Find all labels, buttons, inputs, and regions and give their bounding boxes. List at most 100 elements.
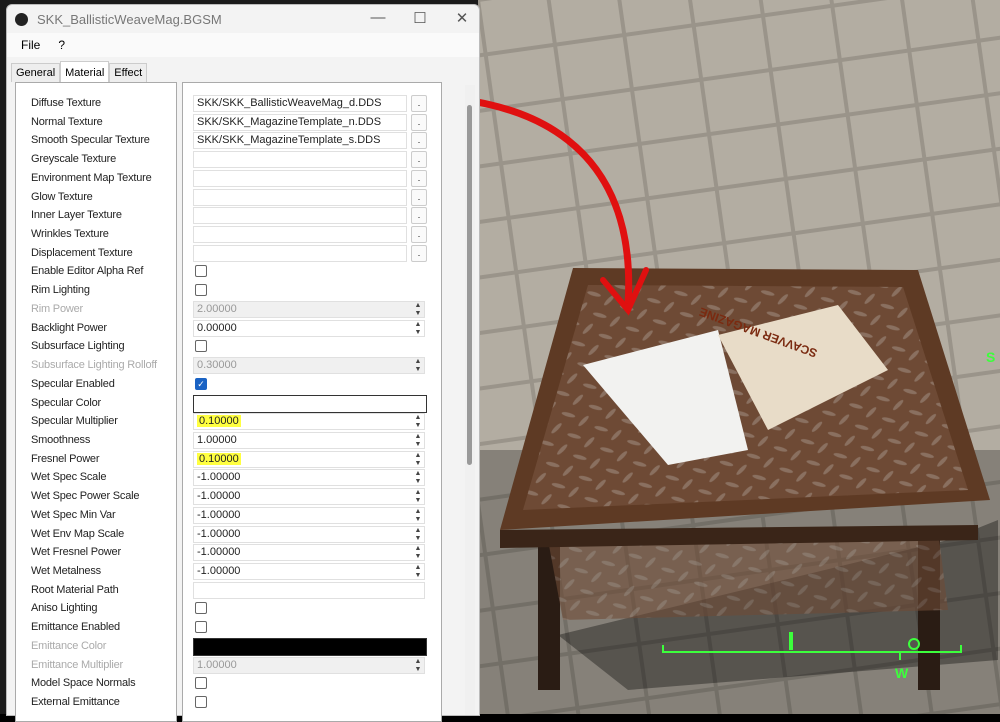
label-diffuse-texture: Diffuse Texture xyxy=(31,97,101,109)
input-inner-layer-texture[interactable] xyxy=(193,207,407,225)
spinbox-value: 0.30000 xyxy=(197,359,237,372)
spin-arrows-icon[interactable]: ▲ ▼ xyxy=(411,433,425,450)
scrollbar-thumb[interactable] xyxy=(467,105,472,465)
scrollbar[interactable] xyxy=(465,85,475,715)
label-displacement-texture: Displacement Texture xyxy=(31,246,133,259)
browse-button-smooth-specular-texture[interactable]: . xyxy=(411,132,427,150)
label-backlight-power: Backlight Power xyxy=(31,321,107,334)
spinbox-wet-metalness[interactable]: -1.00000 xyxy=(193,563,425,580)
browse-button-normal-texture[interactable]: . xyxy=(411,113,427,131)
spin-arrows-icon[interactable]: ▲ ▼ xyxy=(411,321,425,338)
spin-arrows-icon[interactable]: ▲ ▼ xyxy=(411,358,425,375)
spinbox-value: -1.00000 xyxy=(197,508,241,521)
browse-button-displacement-texture[interactable]: . xyxy=(411,244,427,262)
close-button[interactable]: ✕ xyxy=(447,9,477,27)
spinbox-wet-fresnel-power[interactable]: -1.00000 xyxy=(193,544,425,562)
player-marker-icon xyxy=(789,632,793,650)
label-rim-lighting: Rim Lighting xyxy=(31,284,90,297)
browse-button-wrinkles-texture[interactable]: . xyxy=(411,226,427,244)
label-wet-spec-min-var: Wet Spec Min Var xyxy=(31,508,116,521)
spinbox-wet-spec-power-scale[interactable]: -1.00000 xyxy=(193,488,425,506)
tab-material[interactable]: Material xyxy=(60,61,110,82)
menu-file[interactable]: File xyxy=(21,38,40,52)
label-environment-map-texture: Environment Map Texture xyxy=(31,171,152,184)
input-normal-texture[interactable]: SKK/SKK_MagazineTemplate_n.DDS xyxy=(193,113,407,131)
label-specular-multiplier: Specular Multiplier xyxy=(31,415,118,428)
checkbox-model-space-normals[interactable] xyxy=(195,677,207,690)
label-glow-texture: Glow Texture xyxy=(31,190,93,203)
checkbox-enable-editor-alpha-ref[interactable] xyxy=(195,265,207,278)
spinbox-wet-spec-min-var[interactable]: -1.00000 xyxy=(193,506,425,524)
compass-heading: W xyxy=(895,665,909,681)
label-wrinkles-texture: Wrinkles Texture xyxy=(31,228,109,241)
property-labels-panel: Diffuse Texture Normal Texture Smooth Spec… xyxy=(15,82,177,722)
spinbox-wet-spec-scale[interactable]: -1.00000 xyxy=(193,469,425,487)
spin-arrows-icon[interactable]: ▲ ▼ xyxy=(411,489,425,506)
tab-effect[interactable]: Effect xyxy=(109,63,148,82)
input-environment-map-texture[interactable] xyxy=(193,169,407,187)
input-root-material-path[interactable] xyxy=(193,581,425,599)
input-smooth-specular-texture[interactable]: SKK/SKK_MagazineTemplate_s.DDS xyxy=(193,132,407,150)
menu-bar: File ? xyxy=(7,33,479,57)
svg-text:S: S xyxy=(986,349,995,365)
spinbox-value: -1.00000 xyxy=(197,471,241,484)
color-swatch-emittance-color[interactable] xyxy=(193,637,427,656)
label-emittance-multiplier: Emittance Multiplier xyxy=(31,658,123,671)
browse-button-greyscale-texture[interactable]: . xyxy=(411,151,427,169)
spin-arrows-icon[interactable]: ▲ ▼ xyxy=(411,527,425,544)
spinbox-value: 0.10000 xyxy=(197,415,241,428)
tab-strip: General Material Effect xyxy=(11,61,148,82)
spinbox-backlight-power[interactable]: 0.00000 xyxy=(193,319,425,337)
spinbox-value: -1.00000 xyxy=(197,565,241,577)
browse-button-inner-layer-texture[interactable]: . xyxy=(411,207,427,225)
spin-arrows-icon[interactable]: ▲ ▼ xyxy=(411,545,425,562)
checkbox-specular-enabled[interactable]: ✓ xyxy=(195,377,207,390)
checkbox-subsurface-lighting[interactable] xyxy=(195,340,207,353)
spinbox-value: -1.00000 xyxy=(197,546,241,559)
spinbox-smoothness[interactable]: 1.00000 xyxy=(193,431,425,449)
input-diffuse-texture[interactable]: SKK/SKK_BallisticWeaveMag_d.DDS xyxy=(193,95,407,112)
label-emittance-enabled: Emittance Enabled xyxy=(31,621,120,634)
spinbox-value: 1.00000 xyxy=(197,433,237,446)
checkbox-rim-lighting[interactable] xyxy=(195,284,207,297)
browse-button-diffuse-texture[interactable]: . xyxy=(411,95,427,112)
table-top xyxy=(523,285,968,510)
spinbox-fresnel-power[interactable]: 0.10000 xyxy=(193,450,425,468)
label-root-material-path: Root Material Path xyxy=(31,583,119,596)
spinbox-rim-power[interactable]: 2.00000 xyxy=(193,300,425,318)
material-editor-window: SKK_BallisticWeaveMag.BGSM — ☐ ✕ File ? … xyxy=(6,4,480,722)
checkbox-emittance-enabled[interactable] xyxy=(195,621,207,634)
spinbox-specular-multiplier[interactable]: 0.10000 xyxy=(193,413,425,431)
spinbox-emittance-multiplier[interactable]: 1.00000 xyxy=(193,656,425,674)
spin-arrows-icon[interactable]: ▲ ▼ xyxy=(411,414,425,431)
spinbox-value: 2.00000 xyxy=(197,302,237,315)
color-swatch-specular-color[interactable] xyxy=(193,394,427,413)
input-greyscale-texture[interactable] xyxy=(193,151,407,169)
tab-general[interactable]: General xyxy=(11,63,61,82)
input-displacement-texture[interactable] xyxy=(193,244,407,262)
spin-arrows-icon[interactable]: ▲ ▼ xyxy=(411,452,425,469)
browse-button-environment-map-texture[interactable]: . xyxy=(411,169,427,187)
label-emittance-color: Emittance Color xyxy=(31,639,107,652)
spinbox-wet-env-map-scale[interactable]: -1.00000 xyxy=(193,525,425,543)
minimize-button[interactable]: — xyxy=(363,9,393,26)
maximize-button[interactable]: ☐ xyxy=(405,9,435,27)
checkbox-external-emittance[interactable] xyxy=(195,696,207,709)
label-external-emittance: External Emittance xyxy=(31,696,120,709)
game-viewport: SCAVVER MAGAZINE W S xyxy=(478,0,1000,714)
spin-arrows-icon[interactable]: ▲ ▼ xyxy=(411,302,425,319)
checkbox-aniso-lighting[interactable] xyxy=(195,602,207,615)
spin-arrows-icon[interactable]: ▲ ▼ xyxy=(411,658,425,675)
spin-arrows-icon[interactable]: ▲ ▼ xyxy=(411,508,425,525)
input-wrinkles-texture[interactable] xyxy=(193,226,407,244)
label-inner-layer-texture: Inner Layer Texture xyxy=(31,209,122,222)
spin-arrows-icon[interactable]: ▲ ▼ xyxy=(411,564,425,581)
browse-button-glow-texture[interactable]: . xyxy=(411,188,427,206)
label-smooth-specular-texture: Smooth Specular Texture xyxy=(31,134,150,147)
property-values-panel: SKK/SKK_BallisticWeaveMag_d.DDS. SKK/SKK_… xyxy=(182,82,442,722)
spin-arrows-icon[interactable]: ▲ ▼ xyxy=(411,470,425,487)
input-glow-texture[interactable] xyxy=(193,188,407,206)
spinbox-subsurface-lighting-rolloff[interactable]: 0.30000 xyxy=(193,357,425,375)
app-icon xyxy=(15,12,28,26)
menu-help[interactable]: ? xyxy=(58,38,65,52)
